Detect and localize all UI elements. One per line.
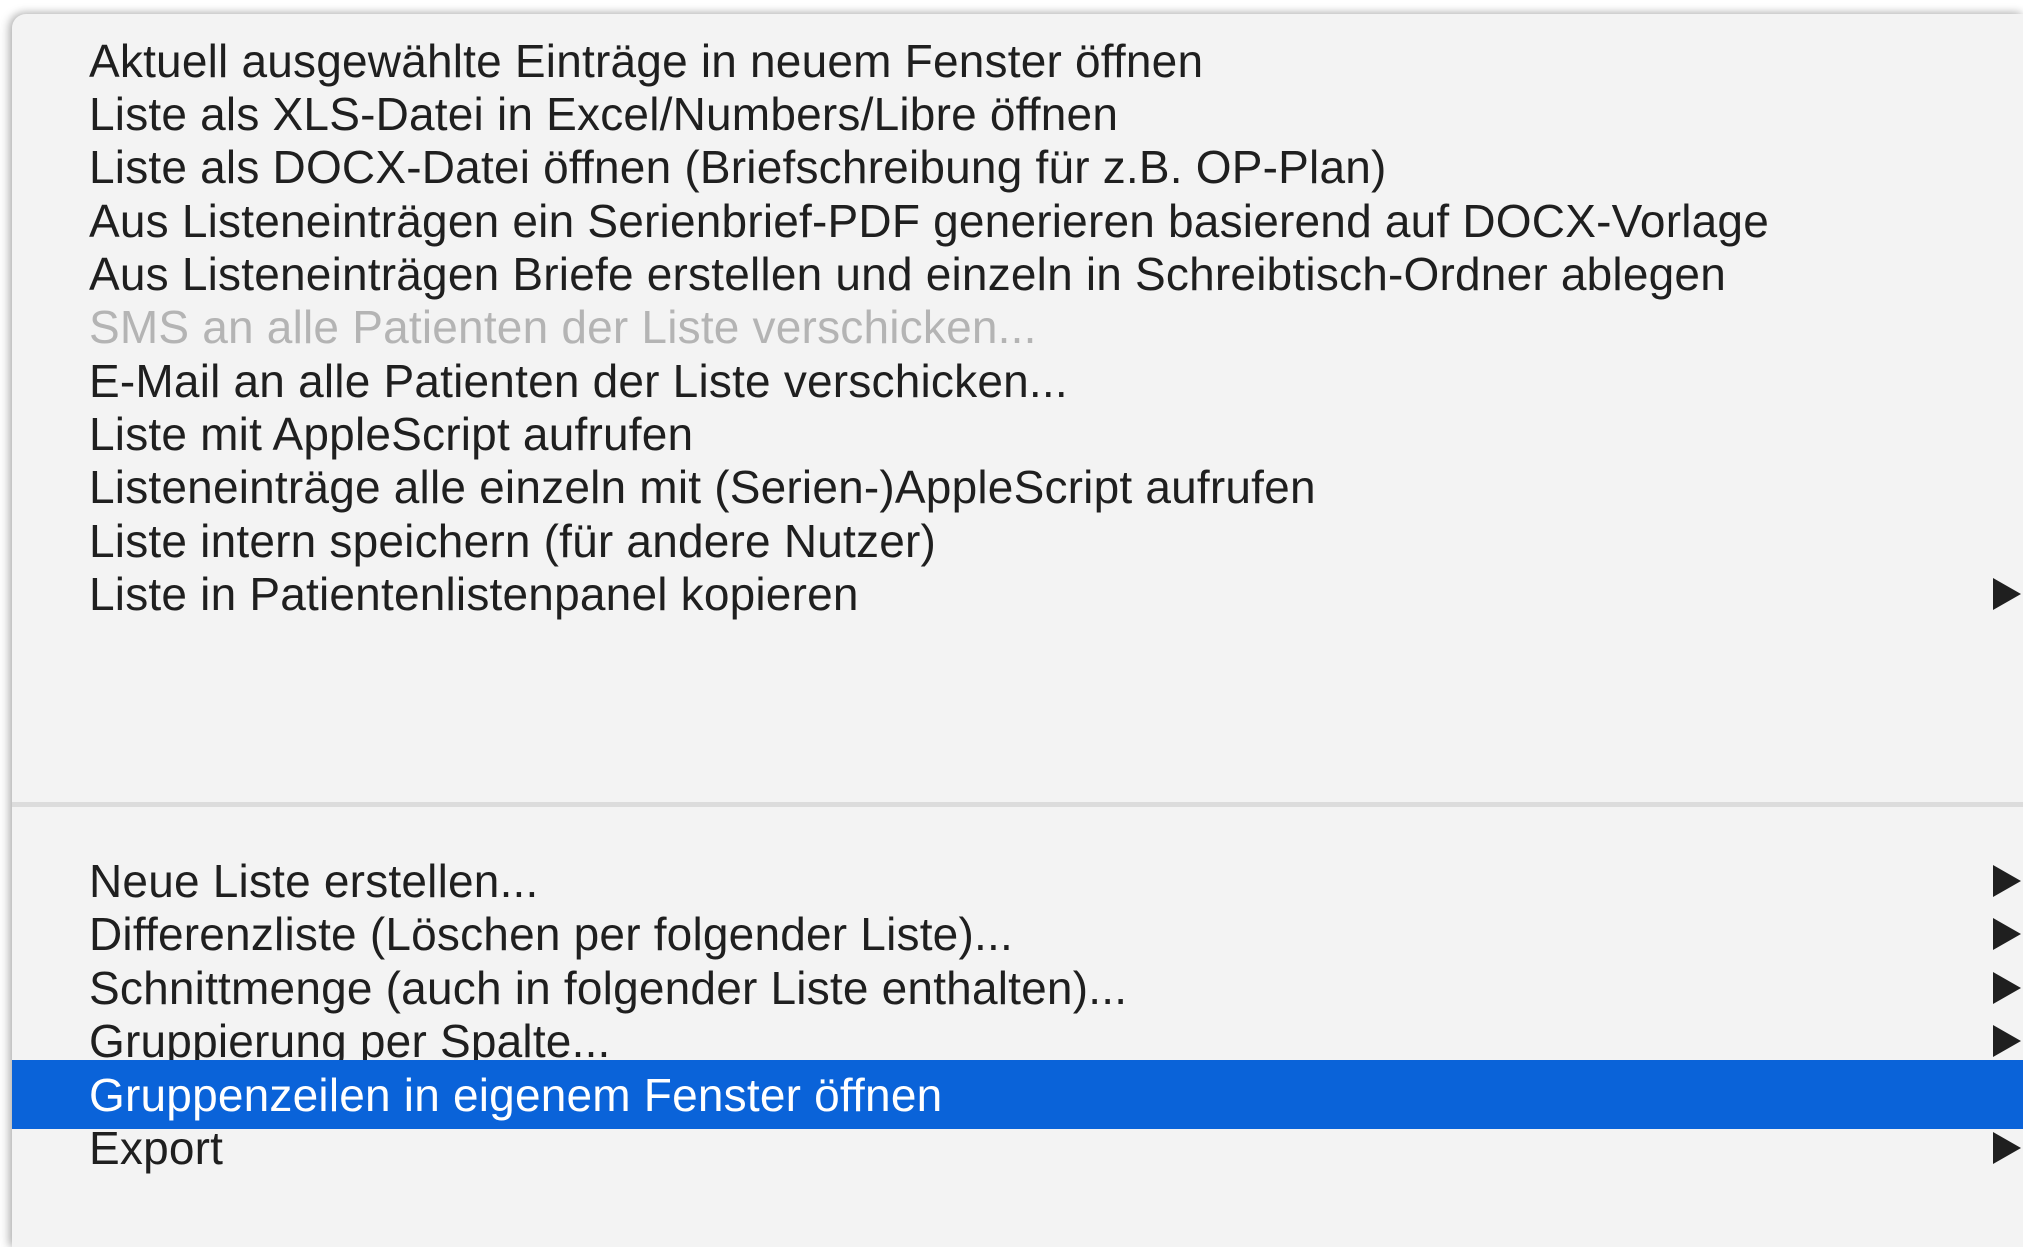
submenu-arrow-icon: [1993, 1131, 2021, 1164]
menu-item-export[interactable]: Export: [12, 1113, 2023, 1182]
menu-item-label: Export: [89, 1121, 224, 1174]
submenu-arrow-icon: [1993, 917, 2021, 950]
context-menu: Aktuell ausgewählte Einträge in neuem Fe…: [12, 14, 2023, 1247]
submenu-arrow-icon: [1993, 971, 2021, 1004]
menu-separator: [12, 802, 2023, 807]
menu-item-label: Liste in Patientenlistenpanel kopieren: [89, 567, 859, 620]
menu-item-copy-to-patient-list-panel[interactable]: Liste in Patientenlistenpanel kopieren: [12, 559, 2023, 628]
submenu-arrow-icon: [1993, 1024, 2021, 1057]
submenu-arrow-icon: [1993, 864, 2021, 897]
submenu-arrow-icon: [1993, 577, 2021, 610]
